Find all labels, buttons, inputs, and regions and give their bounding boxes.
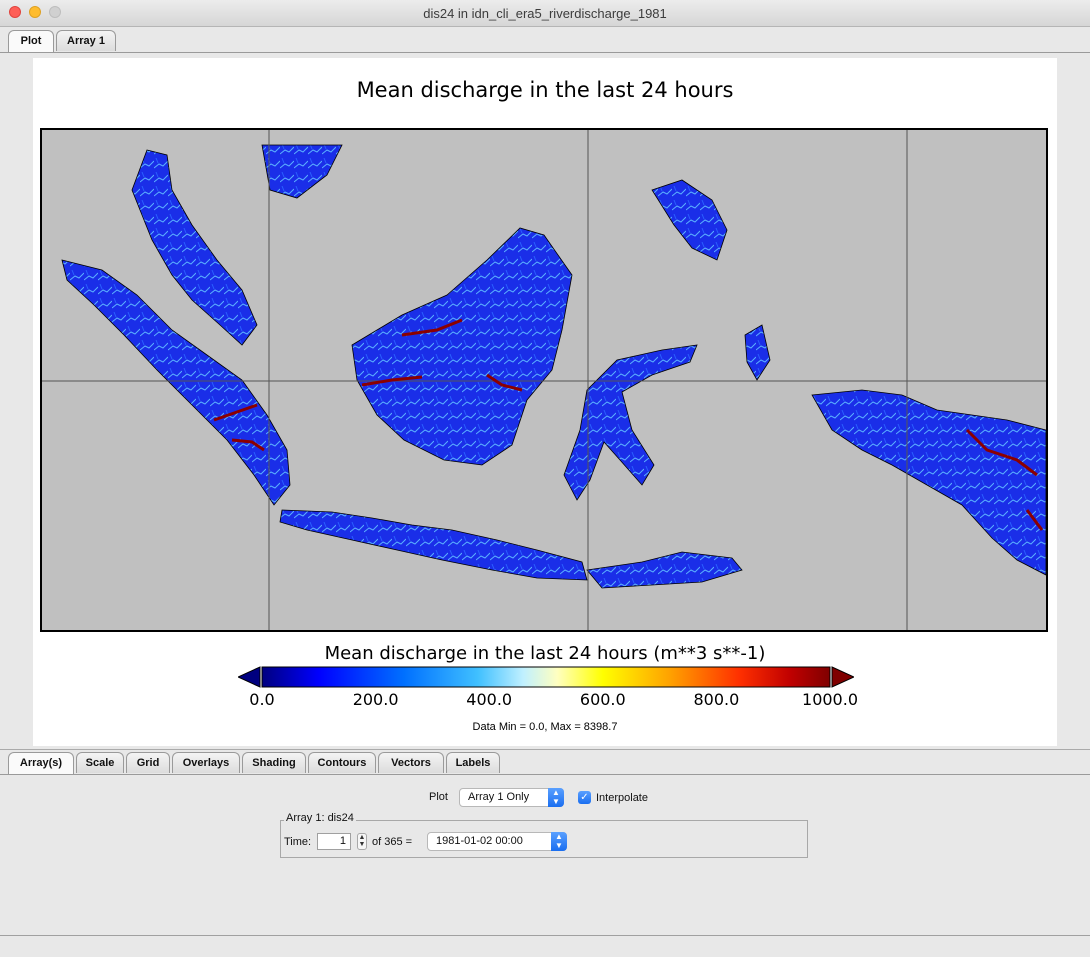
colorbar-tick-label: 600.0 (579, 690, 626, 709)
window-title: dis24 in idn_cli_era5_riverdischarge_198… (423, 6, 667, 21)
tab-contours[interactable]: Contours (308, 752, 376, 773)
map-canvas[interactable] (40, 128, 1048, 632)
colorbar-tick-label: 400.0 (466, 690, 513, 709)
interpolate-checkbox[interactable]: ✓ (578, 791, 591, 804)
island-borneo (351, 227, 573, 466)
colorbar-under-arrow (238, 666, 261, 688)
tab-vectors[interactable]: Vectors (378, 752, 444, 773)
status-bar (0, 935, 1090, 957)
time-index-input[interactable]: 1 (317, 833, 351, 850)
array-group-label: Array 1: dis24 (284, 812, 356, 824)
landmass-indochina (261, 144, 343, 199)
chevron-updown-icon: ▲ ▼ (548, 788, 564, 807)
time-stepper[interactable]: ▲ ▼ (357, 833, 367, 850)
colorbar-gradient (261, 666, 831, 688)
tab-label: Vectors (391, 757, 431, 769)
plot-title: Mean discharge in the last 24 hours (356, 78, 734, 102)
colorbar-tick-label: 1000.0 (802, 690, 858, 709)
tab-label: Scale (85, 757, 115, 769)
panel-divider (0, 749, 1090, 750)
tab-shading[interactable]: Shading (242, 752, 306, 773)
interpolate-label: Interpolate (596, 792, 648, 804)
tab-label: Grid (136, 757, 160, 769)
tab-label: Contours (317, 757, 367, 769)
tab-label: Array(s) (19, 757, 63, 769)
tab-overlays[interactable]: Overlays (172, 752, 240, 773)
island-mindanao (651, 179, 728, 261)
tab-array-s[interactable]: Array(s) (8, 752, 74, 775)
tab-array-1-label: Array 1 (67, 35, 105, 47)
island-halmahera (744, 324, 771, 381)
window-titlebar: dis24 in idn_cli_era5_riverdischarge_198… (0, 0, 1090, 27)
island-sumatra (61, 259, 291, 506)
colorbar-over-arrow (831, 666, 854, 688)
tab-grid[interactable]: Grid (126, 752, 170, 773)
plot-label: Plot (429, 791, 448, 803)
tab-scale[interactable]: Scale (76, 752, 124, 773)
island-new-guinea (811, 389, 1046, 576)
time-of-text: of 365 = (372, 836, 413, 848)
map-svg (42, 130, 1046, 630)
colorbar (238, 666, 854, 688)
tab-label: Overlays (182, 757, 230, 769)
top-tab-divider (0, 52, 1090, 53)
colorbar-tick-label: 200.0 (352, 690, 399, 709)
island-java (279, 509, 588, 581)
island-lesser-sunda (586, 551, 743, 589)
colorbar-title: Mean discharge in the last 24 hours (m**… (324, 643, 766, 664)
colorbar-tick-label: 800.0 (693, 690, 740, 709)
tab-array-1[interactable]: Array 1 (56, 30, 116, 51)
tab-labels[interactable]: Labels (446, 752, 500, 773)
chevron-updown-icon: ▲ ▼ (551, 832, 567, 851)
island-sulawesi (563, 344, 698, 501)
tab-label: Shading (252, 757, 296, 769)
bottom-tab-divider (0, 774, 1090, 775)
tab-plot-label: Plot (20, 35, 42, 47)
plot-panel: Mean discharge in the last 24 hours Mean… (33, 58, 1057, 746)
colorbar-tick-label: 0.0 (249, 690, 275, 709)
tab-plot[interactable]: Plot (8, 30, 54, 53)
time-select-value: 1981-01-02 00:00 (436, 835, 523, 847)
data-range-text: Data Min = 0.0, Max = 8398.7 (472, 721, 618, 733)
plot-select-value: Array 1 Only (468, 791, 530, 803)
plot-select[interactable]: Array 1 Only ▲ ▼ (459, 788, 564, 807)
time-label: Time: (284, 836, 312, 848)
time-select[interactable]: 1981-01-02 00:00 ▲ ▼ (427, 832, 567, 851)
tab-label: Labels (455, 757, 491, 769)
